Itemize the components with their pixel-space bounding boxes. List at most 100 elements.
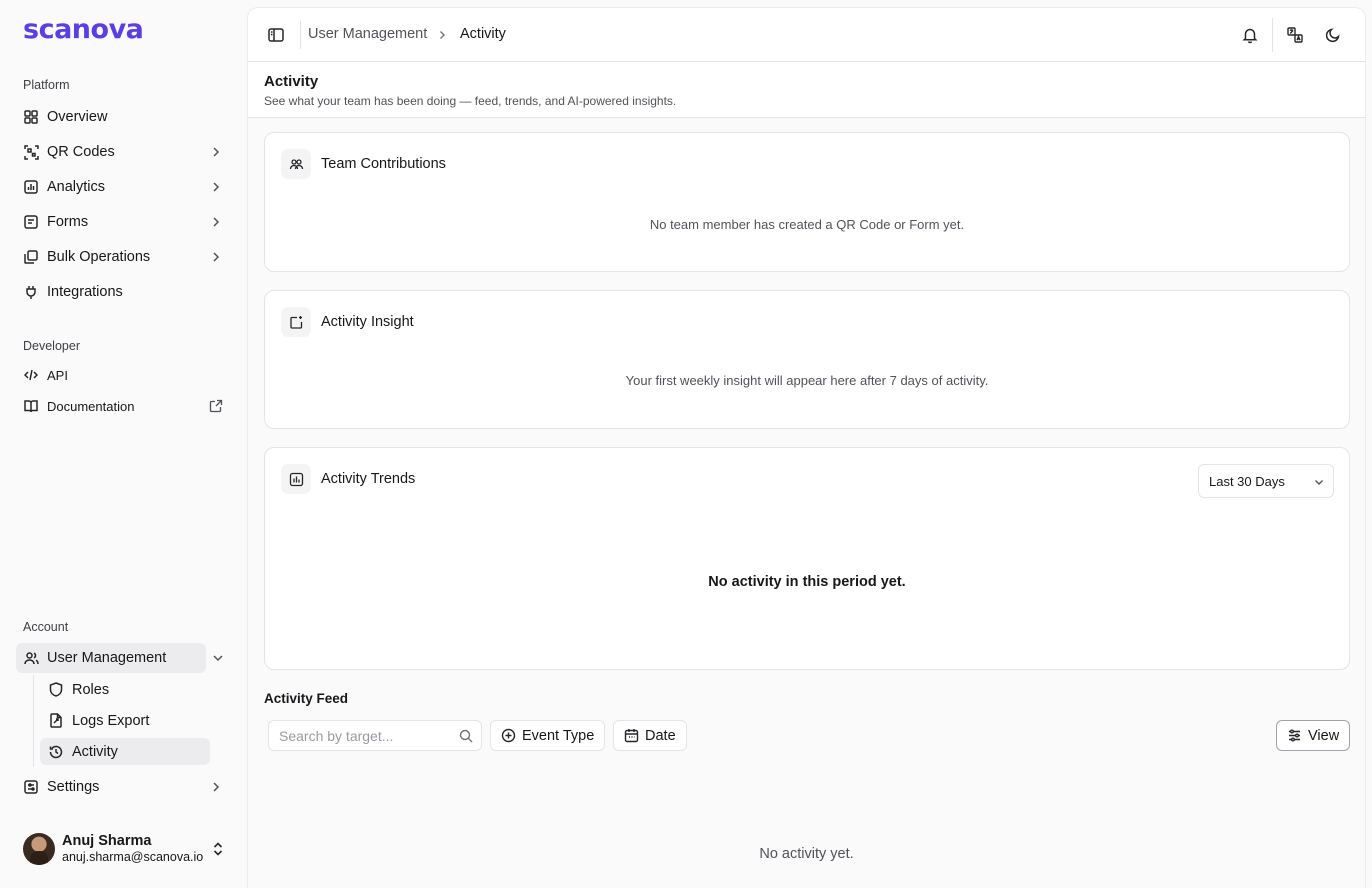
date-range-value: Last 30 Days [1209,473,1285,489]
sidebar-subitem-label: Roles [72,681,110,698]
file-export-icon [48,713,64,729]
sidebar-subitem-activity[interactable]: Activity [40,738,210,765]
form-icon [23,214,39,230]
page-content: Team Contributions No team member has cr… [248,118,1365,888]
history-icon [48,744,64,760]
divider [300,21,301,49]
language-icon[interactable] [1286,26,1304,44]
sidebar-item-qr-codes[interactable]: QR Codes [16,137,232,167]
sidebar-item-label: Overview [47,109,108,125]
sidebar-item-integrations[interactable]: Integrations [16,277,232,307]
sidebar-item-overview[interactable]: Overview [16,102,232,132]
trends-empty-state: No activity in this period yet. [708,574,906,590]
activity-feed-title: Activity Feed [264,691,349,706]
bell-icon[interactable] [1241,26,1259,44]
divider [1272,18,1273,52]
qr-scan-icon [23,144,39,160]
sidebar-item-label: API [47,367,68,383]
sliders-icon [1287,728,1302,743]
search-icon [459,729,473,743]
sidebar-item-label: User Management [47,650,167,666]
layers-icon [23,249,39,265]
event-type-filter-button[interactable]: Event Type [490,720,606,751]
sidebar-subitem-label: Logs Export [72,712,150,729]
card-title: Activity Trends [321,471,416,487]
team-empty-state: No team member has created a QR Code or … [649,217,965,232]
sidebar-item-label: Bulk Operations [47,249,151,265]
sidebar-item-api[interactable]: API [16,360,232,390]
breadcrumb-activity: Activity [460,26,506,42]
scanova-logo[interactable]: scanova [23,16,144,43]
calendar-icon [624,728,639,743]
page-subtitle: See what your team has been doing — feed… [264,94,677,108]
insight-empty-state: Your first weekly insight will appear he… [625,373,989,388]
activity-insight-card: Activity Insight Your first weekly insig… [264,290,1350,429]
view-options-button[interactable]: View [1276,720,1351,751]
users-icon [23,650,39,666]
feed-search [268,720,482,751]
chevrons-up-down-icon [213,842,223,856]
sidebar-item-documentation[interactable]: Documentation [16,391,232,421]
chevron-right-icon [213,182,220,192]
main-panel: User Management Activity Activity See wh… [248,8,1365,888]
sidebar-item-label: QR Codes [47,144,115,160]
user-email: anuj.sharma@scanova.io [62,850,204,864]
activity-trends-card: Activity Trends Last 30 Days No activity… [264,447,1350,670]
chevron-down-icon [1315,480,1323,485]
chevron-right-icon [213,147,220,157]
sidebar-subitem-logs-export[interactable]: Logs Export [40,707,210,734]
date-range-select[interactable]: Last 30 Days [1198,464,1334,498]
sidebar-item-bulk-operations[interactable]: Bulk Operations [16,242,232,272]
chevron-right-icon [213,782,220,792]
sidebar-item-settings[interactable]: Settings [16,772,232,802]
sidebar-toggle-icon[interactable] [267,26,285,44]
sidebar: scanova Platform Overview QR Codes Analy… [0,0,248,888]
moon-icon[interactable] [1324,26,1342,44]
chevron-down-icon[interactable] [211,651,225,665]
chevron-right-icon [440,31,445,39]
plug-icon [23,284,39,300]
card-title: Activity Insight [321,314,414,330]
date-filter-button[interactable]: Date [613,720,687,751]
plus-circle-icon [501,728,516,743]
sidebar-subitem-roles[interactable]: Roles [40,676,210,703]
search-input[interactable] [269,721,481,750]
feed-empty-state: No activity yet. [759,846,854,862]
grid-icon [23,109,39,125]
section-label-platform: Platform [23,78,70,92]
sidebar-item-analytics[interactable]: Analytics [16,172,232,202]
breadcrumb-user-management[interactable]: User Management [308,26,427,42]
sidebar-subitem-label: Activity [72,743,118,760]
team-contributions-card: Team Contributions No team member has cr… [264,132,1350,272]
chevron-right-icon [213,217,220,227]
page-header: Activity See what your team has been doi… [248,62,1365,118]
bar-chart-icon [23,179,39,195]
sidebar-item-label: Integrations [47,284,123,300]
avatar [23,833,55,865]
book-icon [23,398,39,414]
card-title: Team Contributions [321,156,446,172]
sidebar-item-label: Settings [47,779,100,795]
chevron-right-icon [213,252,220,262]
shield-icon [48,682,64,698]
top-bar: User Management Activity [248,8,1365,62]
view-label: View [1308,727,1340,744]
event-type-label: Event Type [522,727,595,744]
sidebar-item-user-management[interactable]: User Management [16,643,206,673]
settings-icon [23,779,39,795]
trends-chart-icon [281,464,311,494]
page-title: Activity [264,73,319,90]
team-icon [281,149,311,179]
section-label-developer: Developer [23,339,80,353]
sidebar-item-forms[interactable]: Forms [16,207,232,237]
user-name: Anuj Sharma [62,833,152,849]
section-label-account: Account [23,620,69,634]
sidebar-item-label: Forms [47,214,89,230]
insight-sparkle-icon [281,307,311,337]
code-icon [23,367,39,383]
sidebar-item-label: Analytics [47,179,106,195]
submenu-guide-line [33,675,34,767]
external-link-icon [209,399,223,413]
sidebar-item-label: Documentation [47,398,135,414]
user-profile-menu[interactable]: Anuj Sharma anuj.sharma@scanova.io [23,833,233,865]
